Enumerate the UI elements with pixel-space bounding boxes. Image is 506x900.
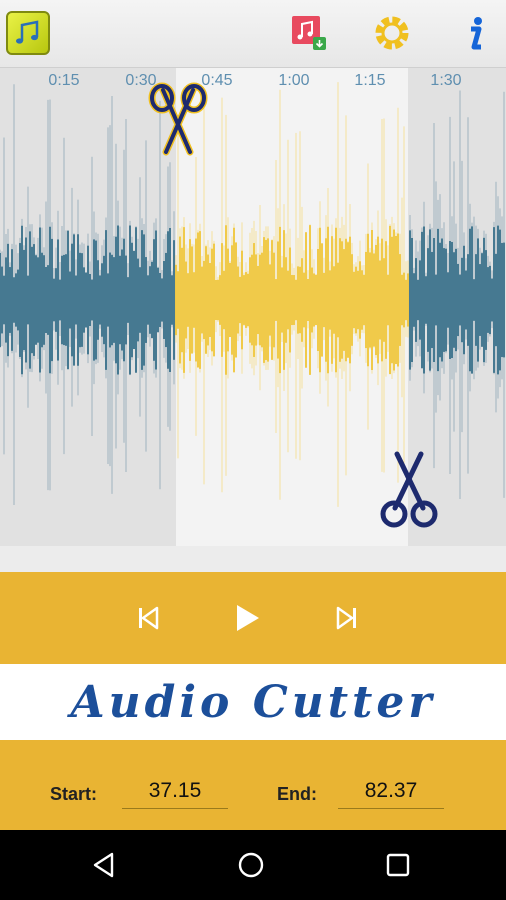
end-label: End: [277,784,317,804]
home-icon[interactable] [233,847,269,883]
gear-icon[interactable] [369,10,415,56]
start-time-field[interactable]: 37.15 [122,773,228,809]
info-icon[interactable] [452,10,498,56]
music-notes-icon[interactable] [6,11,50,55]
toolbar [0,0,506,68]
skip-next-icon[interactable] [329,600,365,636]
start-handle-scissors-icon[interactable] [146,82,210,170]
music-download-icon[interactable] [286,10,332,56]
play-icon[interactable] [229,600,265,636]
waveform-footer [0,546,506,572]
end-time-field[interactable]: 82.37 [338,773,444,809]
recents-icon[interactable] [380,847,416,883]
navigation-bar [0,830,506,900]
time-label: 0:15 [48,72,80,89]
player-controls [0,572,506,664]
time-label: 1:15 [354,72,386,89]
time-label: 1:30 [430,72,462,89]
app-title: Audio Cutter [70,676,436,728]
skip-previous-icon[interactable] [130,600,166,636]
end-handle-scissors-icon[interactable] [377,444,441,532]
back-icon[interactable] [86,847,122,883]
time-label: 1:00 [278,72,310,89]
app-title-banner: Audio Cutter [0,664,506,740]
start-label: Start: [50,784,98,804]
waveform-area[interactable]: 0:15 0:30 0:45 1:00 1:15 1:30 [0,68,506,546]
